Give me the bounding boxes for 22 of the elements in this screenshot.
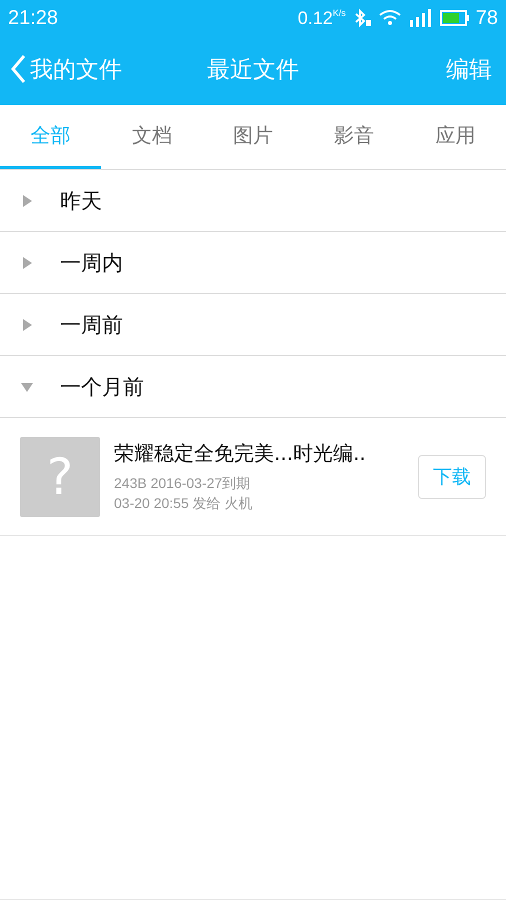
page-title: 最近文件 xyxy=(207,56,299,84)
file-meta: 243B 2016-03-27到期 xyxy=(114,475,252,493)
group-label: 一周前 xyxy=(60,312,123,338)
file-sent-info: 03-20 20:55 发给 火机 xyxy=(114,495,254,513)
download-button[interactable]: 下载 xyxy=(418,454,486,498)
battery-percent: 78 xyxy=(476,6,498,30)
unknown-file-glyph: ? xyxy=(46,448,74,506)
file-name: 荣耀稳定全免完美...时光编.. xyxy=(114,440,367,467)
category-tab[interactable]: 影音 xyxy=(304,105,405,169)
edit-button[interactable]: 编辑 xyxy=(446,54,492,84)
category-tab[interactable]: 文档 xyxy=(101,105,202,169)
group-label: 一周内 xyxy=(60,250,123,276)
back-icon xyxy=(10,54,26,84)
signal-icon xyxy=(408,8,434,28)
back-button[interactable]: 我的文件 xyxy=(10,54,122,84)
status-time: 21:28 xyxy=(8,6,58,30)
group-label: 昨天 xyxy=(60,188,102,214)
group-label: 一个月前 xyxy=(60,374,144,400)
wifi-icon xyxy=(378,9,402,27)
battery-icon xyxy=(440,9,470,27)
category-tab[interactable]: 应用 xyxy=(404,105,506,169)
category-tab[interactable]: 图片 xyxy=(202,105,304,169)
